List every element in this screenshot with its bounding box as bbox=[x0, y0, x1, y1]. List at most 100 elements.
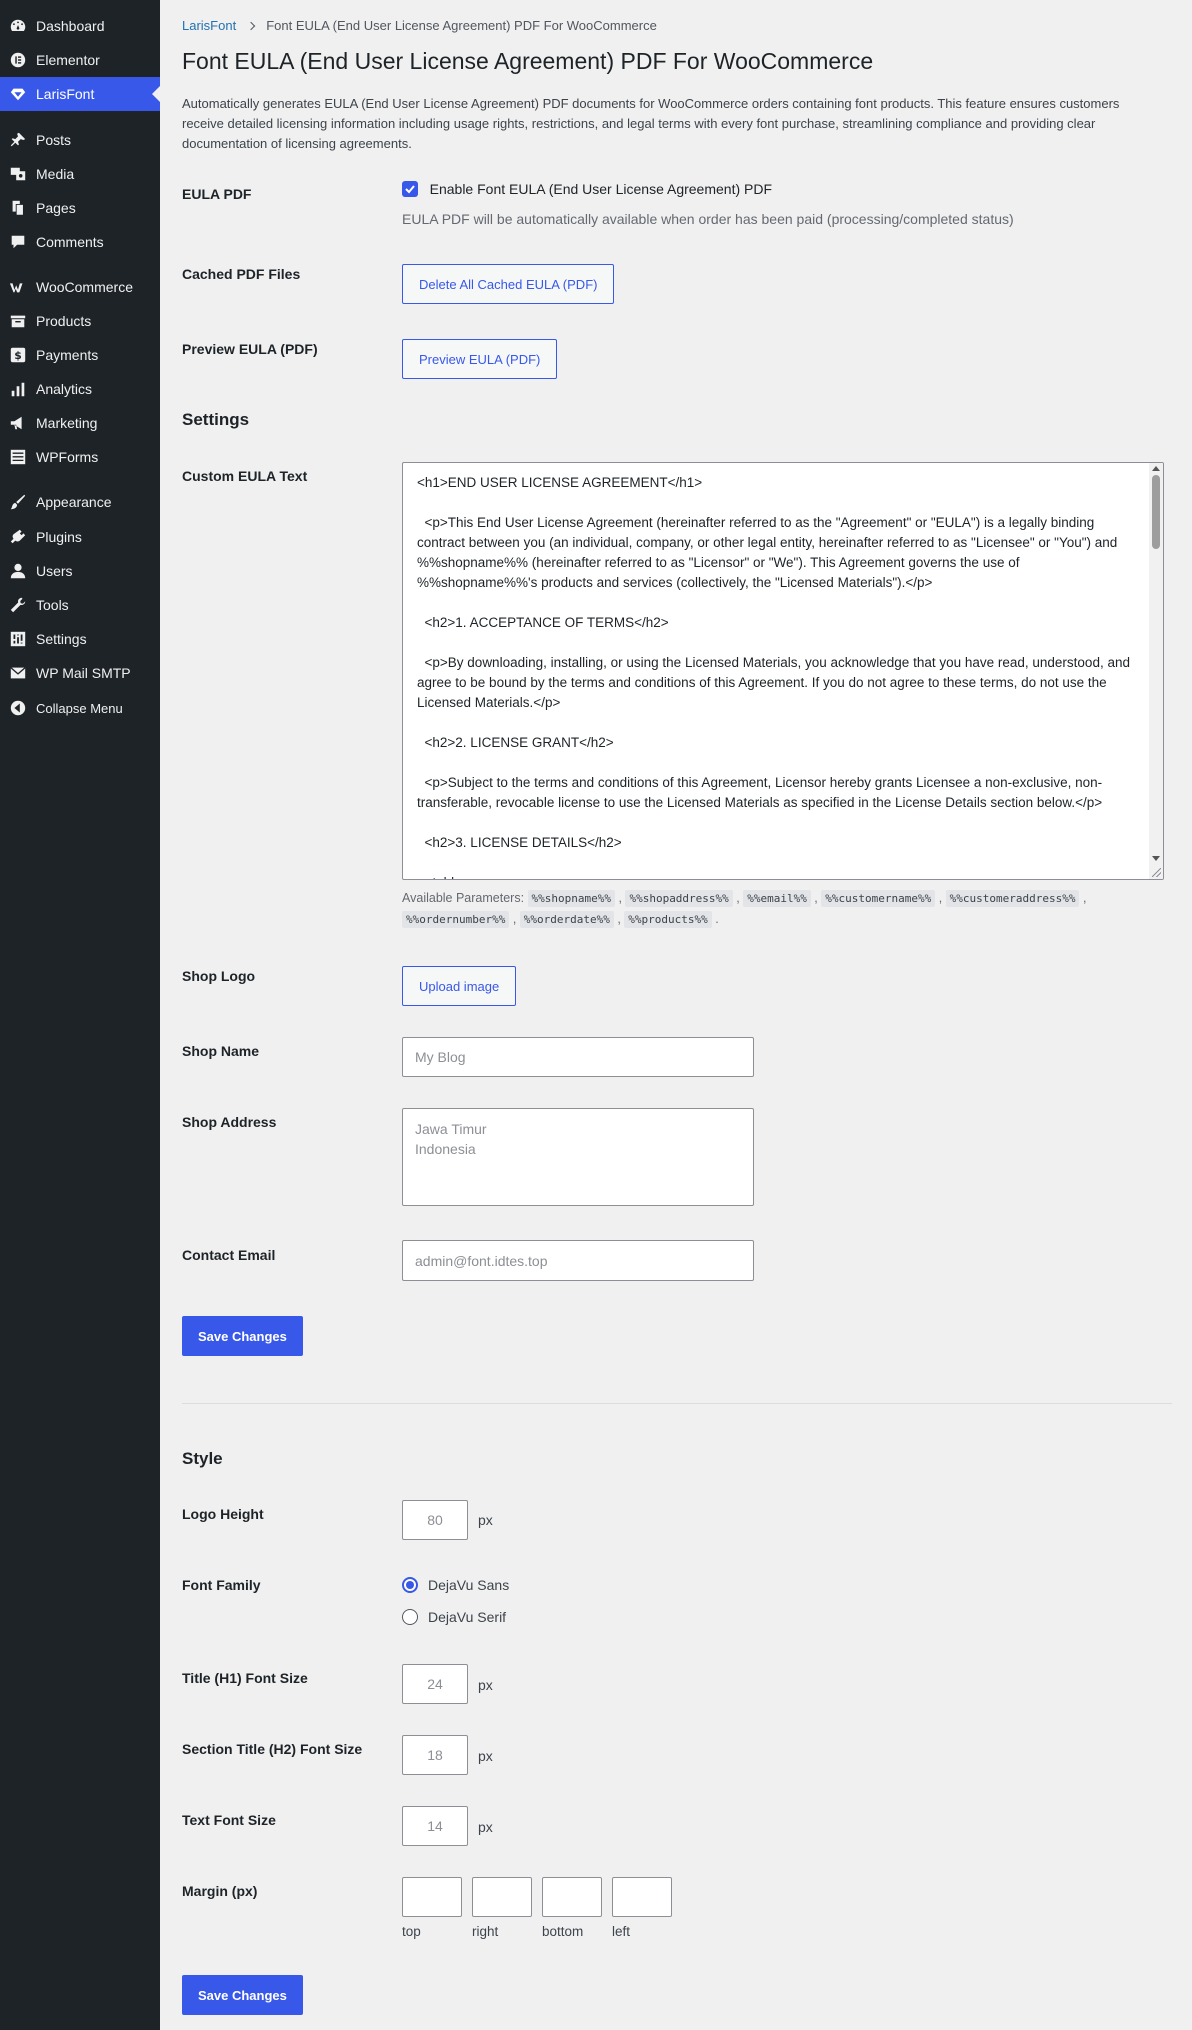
sidebar-item-tools[interactable]: Tools bbox=[0, 588, 160, 622]
scroll-down-icon[interactable] bbox=[1152, 856, 1160, 861]
admin-sidebar: Dashboard Elementor LarisFont Posts Medi… bbox=[0, 0, 160, 2030]
sidebar-item-label: Dashboard bbox=[36, 18, 105, 34]
sidebar-item-media[interactable]: Media bbox=[0, 157, 160, 191]
preview-eula-label: Preview EULA (PDF) bbox=[182, 341, 318, 357]
resize-handle-icon[interactable] bbox=[1152, 868, 1161, 877]
h2-size-label: Section Title (H2) Font Size bbox=[182, 1741, 363, 1757]
contact-email-input[interactable]: admin@font.idtes.top bbox=[402, 1240, 754, 1281]
margin-left-input[interactable] bbox=[612, 1877, 672, 1917]
sidebar-item-woocommerce[interactable]: WooCommerce bbox=[0, 270, 160, 304]
h1-size-label: Title (H1) Font Size bbox=[182, 1670, 308, 1686]
delete-cached-eula-button[interactable]: Delete All Cached EULA (PDF) bbox=[402, 264, 615, 304]
h2-size-unit: px bbox=[478, 1748, 493, 1764]
cached-pdf-label: Cached PDF Files bbox=[182, 266, 301, 282]
sidebar-item-label: Posts bbox=[36, 132, 72, 148]
text-size-input[interactable]: 14 bbox=[402, 1806, 468, 1846]
breadcrumb-current: Font EULA (End User License Agreement) P… bbox=[266, 18, 657, 33]
margin-bottom-input[interactable] bbox=[542, 1877, 602, 1917]
eula-scrollbar[interactable] bbox=[1149, 463, 1163, 879]
breadcrumb-root-link[interactable]: LarisFont bbox=[182, 18, 236, 33]
sidebar-item-elementor[interactable]: Elementor bbox=[0, 43, 160, 77]
sidebar-item-label: Analytics bbox=[36, 381, 93, 397]
shop-name-input[interactable]: My Blog bbox=[402, 1037, 754, 1077]
collapse-icon bbox=[8, 698, 28, 718]
sidebar-item-label: Marketing bbox=[36, 415, 98, 431]
param-code: %%ordernumber%% bbox=[402, 911, 510, 928]
sidebar-item-products[interactable]: Products bbox=[0, 304, 160, 338]
collapse-menu-button[interactable]: Collapse Menu bbox=[0, 691, 160, 725]
sidebar-item-comments[interactable]: Comments bbox=[0, 225, 160, 259]
sidebar-item-label: Users bbox=[36, 563, 73, 579]
enable-eula-checkbox-label[interactable]: Enable Font EULA (End User License Agree… bbox=[430, 181, 772, 197]
sidebar-item-wp-mail-smtp[interactable]: WP Mail SMTP bbox=[0, 656, 160, 690]
style-heading: Style bbox=[182, 1449, 223, 1468]
settings-icon bbox=[8, 629, 28, 649]
font-radio-dejavu-sans[interactable]: DejaVu Sans bbox=[402, 1577, 509, 1593]
save-changes-style-button[interactable]: Save Changes bbox=[182, 1975, 303, 2015]
h2-size-value: 18 bbox=[427, 1747, 443, 1763]
shop-address-label: Shop Address bbox=[182, 1114, 277, 1130]
sidebar-item-label: Tools bbox=[36, 597, 69, 613]
sidebar-item-wpforms[interactable]: WPForms bbox=[0, 440, 160, 474]
shop-name-placeholder: My Blog bbox=[415, 1049, 466, 1065]
plugin-icon bbox=[8, 527, 28, 547]
analytics-icon bbox=[8, 379, 28, 399]
sidebar-item-analytics[interactable]: Analytics bbox=[0, 372, 160, 406]
font-option-label: DejaVu Sans bbox=[428, 1577, 510, 1593]
sidebar-item-label: Media bbox=[36, 166, 75, 182]
sidebar-item-larisfont[interactable]: LarisFont bbox=[0, 77, 160, 111]
media-icon bbox=[8, 164, 28, 184]
scroll-up-icon[interactable] bbox=[1152, 466, 1160, 471]
pages-icon bbox=[8, 198, 28, 218]
wpforms-icon bbox=[8, 447, 28, 467]
custom-eula-label: Custom EULA Text bbox=[182, 468, 308, 484]
sidebar-item-settings[interactable]: Settings bbox=[0, 622, 160, 656]
svg-text:$: $ bbox=[14, 349, 22, 362]
sidebar-item-pages[interactable]: Pages bbox=[0, 191, 160, 225]
sidebar-item-label: WP Mail SMTP bbox=[36, 665, 131, 681]
margin-top-input[interactable] bbox=[402, 1877, 462, 1917]
page-title: Font EULA (End User License Agreement) P… bbox=[182, 48, 874, 74]
sidebar-item-marketing[interactable]: Marketing bbox=[0, 406, 160, 440]
elementor-icon bbox=[8, 50, 28, 70]
sidebar-item-label: Plugins bbox=[36, 529, 82, 545]
sidebar-item-plugins[interactable]: Plugins bbox=[0, 520, 160, 554]
h2-size-input[interactable]: 18 bbox=[402, 1735, 468, 1775]
preview-eula-button[interactable]: Preview EULA (PDF) bbox=[402, 339, 558, 379]
params-label: Available Parameters: bbox=[402, 891, 525, 905]
sidebar-item-payments[interactable]: $ Payments bbox=[0, 338, 160, 372]
contact-email-placeholder: admin@font.idtes.top bbox=[415, 1252, 548, 1269]
custom-eula-textarea[interactable]: <h1>END USER LICENSE AGREEMENT</h1> <p>T… bbox=[402, 462, 1164, 880]
margin-top-caption: top bbox=[402, 1924, 421, 1939]
sidebar-item-appearance[interactable]: Appearance bbox=[0, 485, 160, 519]
woocommerce-icon bbox=[8, 277, 28, 297]
scroll-thumb[interactable] bbox=[1152, 475, 1160, 549]
font-option-label: DejaVu Serif bbox=[428, 1609, 507, 1625]
margin-right-input[interactable] bbox=[472, 1877, 532, 1917]
pin-icon bbox=[8, 130, 28, 150]
shop-address-textarea[interactable]: Jawa Timur Indonesia bbox=[402, 1108, 754, 1206]
h1-size-input[interactable]: 24 bbox=[402, 1664, 468, 1704]
sidebar-item-users[interactable]: Users bbox=[0, 554, 160, 588]
param-code: %%orderdate%% bbox=[519, 911, 614, 928]
font-radio-dejavu-serif[interactable]: DejaVu Serif bbox=[402, 1609, 506, 1625]
param-code: %%shopaddress%% bbox=[625, 890, 733, 907]
save-changes-button[interactable]: Save Changes bbox=[182, 1316, 303, 1356]
sidebar-item-dashboard[interactable]: Dashboard bbox=[0, 9, 160, 43]
margin-right-caption: right bbox=[472, 1924, 499, 1939]
enable-eula-checkbox[interactable] bbox=[402, 180, 418, 197]
mail-icon bbox=[8, 663, 28, 683]
dashboard-icon bbox=[8, 16, 28, 36]
logo-height-input[interactable]: 80 bbox=[402, 1500, 468, 1540]
text-size-unit: px bbox=[478, 1819, 493, 1835]
eula-pdf-field: Enable Font EULA (End User License Agree… bbox=[402, 180, 1014, 227]
sidebar-item-label: Pages bbox=[36, 200, 76, 216]
margin-bottom-caption: bottom bbox=[542, 1924, 584, 1939]
upload-image-button[interactable]: Upload image bbox=[402, 966, 517, 1006]
page-description: Automatically generates EULA (End User L… bbox=[182, 96, 1120, 151]
eula-pdf-help: EULA PDF will be automatically available… bbox=[402, 210, 1014, 227]
param-code: %%shopname%% bbox=[527, 890, 616, 907]
sidebar-item-posts[interactable]: Posts bbox=[0, 123, 160, 157]
section-divider bbox=[182, 1403, 1172, 1404]
chevron-right-icon bbox=[246, 21, 256, 30]
